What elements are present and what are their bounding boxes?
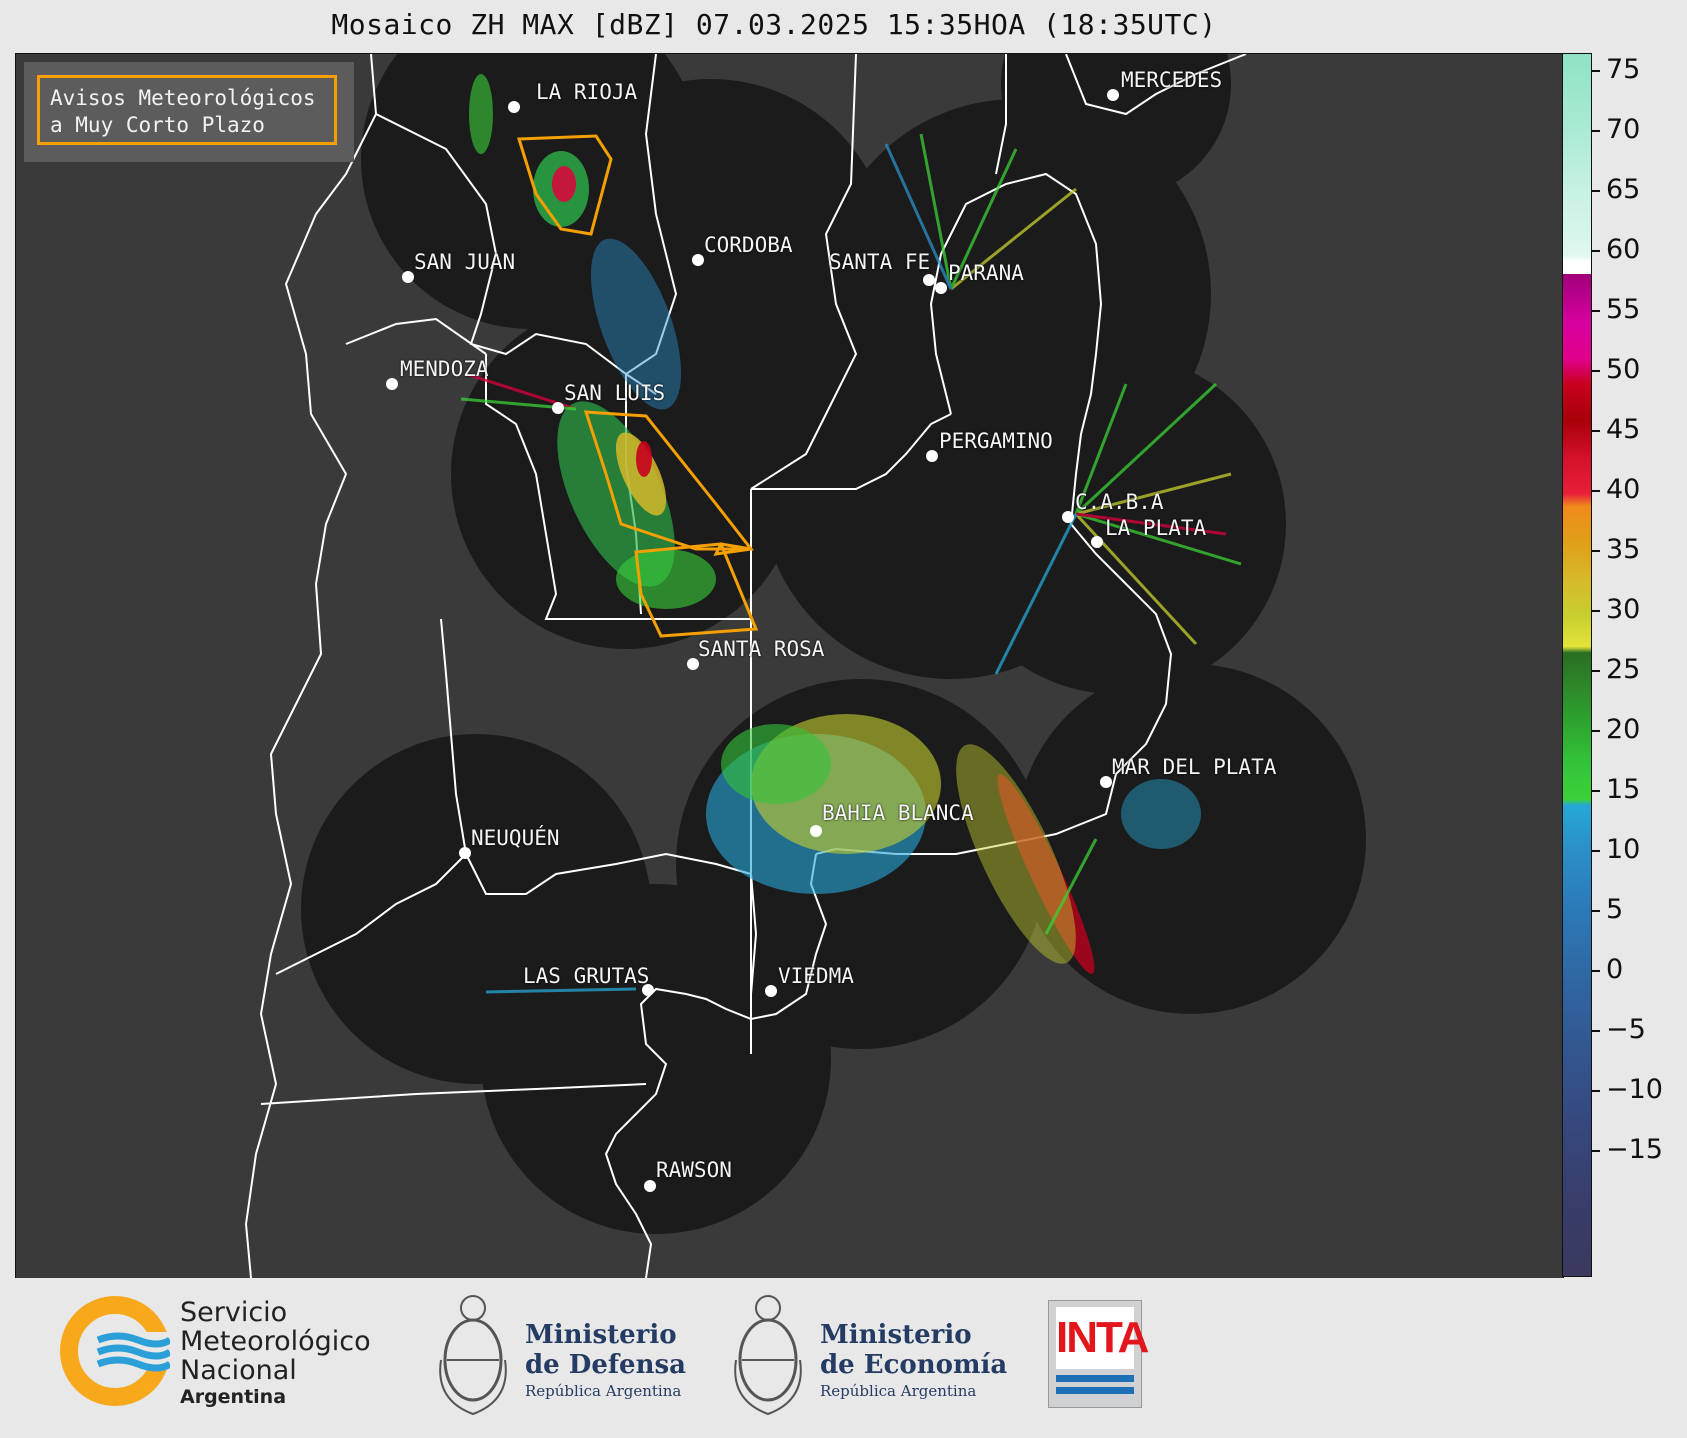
cb-tick-40: 40	[1592, 474, 1640, 505]
cb-tick-50: 50	[1592, 354, 1640, 385]
city-marker-mendoza	[386, 378, 398, 390]
inta-stripe-1	[1056, 1375, 1134, 1382]
smn-line3: Nacional	[180, 1355, 297, 1386]
city-label-pergamino: PERGAMINO	[939, 429, 1053, 453]
city-label-bahia-blanca: BAHIA BLANCA	[822, 801, 974, 825]
warning-legend-line1: Avisos Meteorológicos	[50, 86, 316, 110]
cb-tick-65: 65	[1592, 174, 1640, 205]
city-marker-pergamino	[926, 450, 938, 462]
dbz-colorbar	[1562, 53, 1592, 1277]
city-label-la-rioja: LA RIOJA	[536, 80, 638, 104]
city-label-la-plata: LA PLATA	[1105, 516, 1207, 540]
echo-la-rioja-core	[552, 166, 576, 202]
city-marker-cordoba	[692, 254, 704, 266]
cb-tick-75: 75	[1592, 54, 1640, 85]
city-marker-mercedes	[1107, 89, 1119, 101]
coat-of-arms-economia-icon	[734, 1295, 802, 1416]
defensa-line1: Ministerio	[525, 1320, 677, 1350]
economia-logo-text: Ministerio de Economía República Argenti…	[820, 1320, 1007, 1402]
city-label-las-grutas: LAS GRUTAS	[523, 964, 650, 988]
city-marker-la-plata	[1091, 536, 1103, 548]
city-marker-santa-fe	[923, 274, 935, 286]
city-label-parana: PARANA	[948, 261, 1024, 285]
city-marker-san-luis	[552, 402, 564, 414]
city-label-mar-del-plata: MAR DEL PLATA	[1112, 755, 1277, 779]
radar-coverage	[301, 54, 1366, 1234]
inta-logo: INTA	[1048, 1300, 1149, 1408]
echo-la-rioja-north	[469, 74, 493, 154]
echo-san-luis-peak	[636, 441, 652, 477]
city-label-rawson: RAWSON	[656, 1158, 732, 1182]
defensa-line3: República Argentina	[525, 1382, 682, 1400]
city-label-san-juan: SAN JUAN	[414, 250, 516, 274]
cb-tick-minus-10: −10	[1592, 1074, 1663, 1105]
defensa-logo-text: Ministerio de Defensa República Argentin…	[525, 1320, 686, 1402]
cb-tick-0: 0	[1592, 954, 1623, 985]
cb-tick-30: 30	[1592, 594, 1640, 625]
city-marker-la-rioja	[508, 101, 520, 113]
economia-line1: Ministerio	[820, 1320, 972, 1350]
city-label-viedma: VIEDMA	[778, 964, 854, 988]
defensa-line2: de Defensa	[525, 1350, 686, 1380]
economia-line2: de Economía	[820, 1350, 1008, 1380]
dbz-colorbar-gradient	[1563, 54, 1591, 1276]
cb-tick-minus-15: −15	[1592, 1134, 1663, 1165]
cb-tick-60: 60	[1592, 234, 1640, 265]
city-label-san-luis: SAN LUIS	[564, 381, 666, 405]
cb-tick-35: 35	[1592, 534, 1640, 565]
cb-tick-10: 10	[1592, 834, 1640, 865]
cb-tick-20: 20	[1592, 714, 1640, 745]
radar-map[interactable]: LA RIOJA MERCEDES CORDOBA SAN JUAN SANTA…	[15, 53, 1564, 1279]
border-mendoza	[345, 317, 487, 355]
cb-tick-minus-5: −5	[1592, 1014, 1646, 1045]
smn-logo-text: Servicio Meteorológico Nacional Argentin…	[180, 1298, 371, 1409]
city-label-santa-rosa: SANTA ROSA	[698, 637, 825, 661]
map-title: Mosaico ZH MAX [dBZ] 07.03.2025 15:35HOA…	[331, 8, 1217, 41]
city-marker-mar-del-plata	[1100, 776, 1112, 788]
coat-of-arms-defensa-icon	[439, 1295, 507, 1416]
cb-tick-70: 70	[1592, 114, 1640, 145]
city-marker-parana	[935, 282, 947, 294]
city-label-caba: C.A.B.A	[1075, 490, 1164, 514]
dbz-colorbar-ticks: 75 70 65 60 55 50 45 40 35 30 25 20 15 1…	[1592, 53, 1687, 1277]
city-marker-neuquen	[459, 847, 471, 859]
city-label-santa-fe: SANTA FE	[829, 250, 931, 274]
echo-bahia-blanca-green	[721, 724, 831, 804]
city-marker-rawson	[644, 1180, 656, 1192]
warning-legend-line2: a Muy Corto Plazo	[50, 113, 265, 137]
cb-tick-45: 45	[1592, 414, 1640, 445]
city-marker-bahia-blanca	[810, 825, 822, 837]
cb-tick-25: 25	[1592, 654, 1640, 685]
smn-line2: Meteorológico	[180, 1326, 371, 1357]
echo-la-pampa-north	[616, 549, 716, 609]
economia-line3: República Argentina	[820, 1382, 977, 1400]
city-label-mendoza: MENDOZA	[400, 357, 489, 381]
border-andes-west	[244, 54, 378, 1278]
inta-stripe-2	[1056, 1387, 1134, 1394]
smn-logo-icon	[60, 1296, 170, 1406]
inta-logo-word: INTA	[1056, 1307, 1149, 1369]
smn-line1: Servicio	[180, 1297, 288, 1328]
footer-logos: Servicio Meteorológico Nacional Argentin…	[0, 1278, 1687, 1438]
smn-line4: Argentina	[180, 1386, 287, 1408]
echo-mar-del-plata	[1121, 779, 1201, 849]
city-marker-caba	[1062, 511, 1074, 523]
city-label-mercedes: MERCEDES	[1121, 68, 1223, 92]
city-marker-viedma	[765, 985, 777, 997]
city-label-cordoba: CORDOBA	[704, 233, 793, 257]
cb-tick-55: 55	[1592, 294, 1640, 325]
cb-tick-15: 15	[1592, 774, 1640, 805]
warning-legend: Avisos Meteorológicos a Muy Corto Plazo	[24, 62, 354, 162]
cb-tick-5: 5	[1592, 894, 1623, 925]
warning-legend-frame: Avisos Meteorológicos a Muy Corto Plazo	[37, 75, 337, 145]
city-marker-san-juan	[402, 271, 414, 283]
city-label-neuquen: NEUQUÉN	[471, 826, 560, 850]
